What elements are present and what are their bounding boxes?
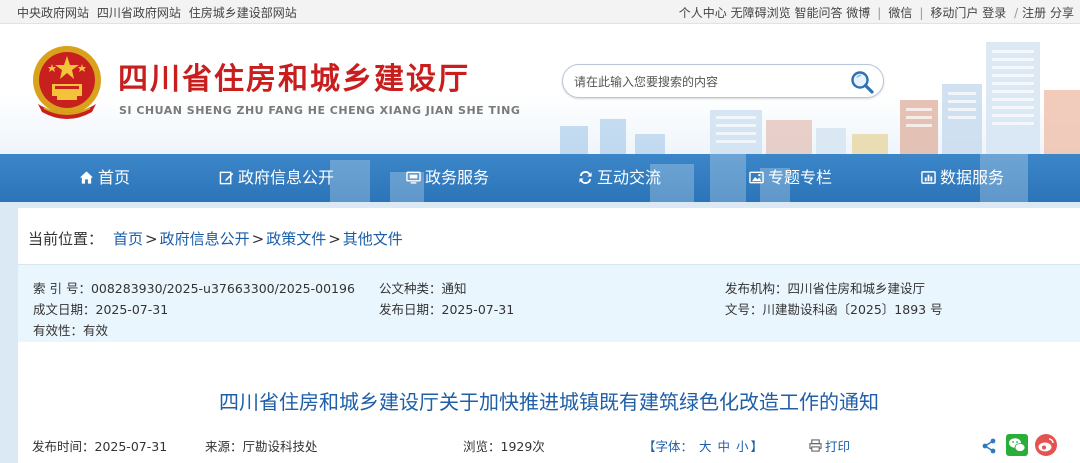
nav-gov-service-label: 政务服务	[425, 168, 490, 187]
meta-doc-number: 文号：川建勘设科函〔2025〕1893 号	[725, 302, 943, 317]
print-button[interactable]: 打印	[809, 436, 850, 455]
view-count: 浏览：1929次	[463, 439, 545, 454]
wechat-share-icon[interactable]	[1006, 434, 1028, 456]
breadcrumb-separator: >	[145, 230, 158, 248]
breadcrumb-label: 当前位置：	[28, 230, 104, 248]
monitor-icon	[406, 171, 421, 184]
breadcrumb-home[interactable]: 首页	[113, 230, 143, 248]
search-box	[562, 64, 884, 98]
link-login[interactable]: 登录	[982, 6, 1006, 20]
link-register[interactable]: 注册	[1022, 6, 1046, 20]
document-info-bar: 发布时间：2025-07-31 来源：厅勘设科技处 浏览：1929次 【字体： …	[18, 432, 1080, 463]
font-size-medium[interactable]: 中	[718, 439, 731, 454]
link-weibo[interactable]: 微博	[846, 6, 870, 20]
interaction-icon	[579, 171, 592, 184]
divider: |	[919, 6, 924, 20]
document-title: 四川省住房和城乡建设厅关于加快推进城镇既有建筑绿色化改造工作的通知	[219, 390, 879, 414]
meta-doc-type: 公文种类：通知	[379, 281, 467, 296]
weibo-share-icon[interactable]	[1035, 434, 1057, 456]
site-title-pinyin: SI CHUAN SHENG ZHU FANG HE CHENG XIANG J…	[119, 104, 521, 117]
breadcrumb: 当前位置： 首页 > 政府信息公开 > 政策文件 > 其他文件	[28, 228, 403, 249]
image-icon	[749, 171, 764, 184]
meta-index-no: 索 引 号：008283930/2025-u37663300/2025-0019…	[33, 281, 355, 296]
print-label: 打印	[825, 439, 851, 454]
search-icon[interactable]	[849, 69, 875, 95]
nav-skyline-decoration	[330, 154, 1028, 202]
link-central-gov[interactable]: 中央政府网站	[17, 6, 89, 20]
content-panel: 当前位置： 首页 > 政府信息公开 > 政策文件 > 其他文件 索 引 号：008283930…	[18, 208, 1080, 463]
breadcrumb-gov-info[interactable]: 政府信息公开	[160, 230, 250, 248]
publish-time: 发布时间：2025-07-31	[32, 439, 168, 454]
nav-interaction[interactable]: 互动交流	[578, 154, 661, 202]
link-wechat[interactable]: 微信	[888, 6, 912, 20]
nav-data-service-label: 数据服务	[940, 168, 1005, 187]
main-nav: 首页 政府信息公开 政务服务 互动交流 专题专栏 数据服务	[0, 154, 1080, 202]
breadcrumb-separator: >	[328, 230, 341, 248]
breadcrumb-separator: >	[251, 230, 265, 248]
document-metadata-table: 索 引 号：008283930/2025-u37663300/2025-0019…	[18, 264, 1080, 342]
nav-home-label: 首页	[98, 168, 131, 187]
link-personal-center[interactable]: 个人中心	[679, 6, 727, 20]
top-bar: 中央政府网站 四川省政府网站 住房城乡建设部网站 个人中心 无障碍浏览 智能问答…	[0, 0, 1080, 24]
share-icon[interactable]	[981, 438, 997, 454]
meta-validity: 有效性：有效	[33, 323, 109, 338]
nav-gov-info[interactable]: 政府信息公开	[219, 154, 334, 202]
nav-home[interactable]: 首页	[79, 154, 130, 202]
font-size-control: 【字体： 大 中 小】	[642, 436, 764, 455]
breadcrumb-policy-docs[interactable]: 政策文件	[266, 230, 326, 248]
chart-icon	[921, 171, 936, 184]
top-bar-left-links: 中央政府网站 四川省政府网站 住房城乡建设部网站	[17, 4, 301, 21]
nav-gov-service[interactable]: 政务服务	[406, 154, 489, 202]
link-mohurd[interactable]: 住房城乡建设部网站	[189, 6, 297, 20]
font-size-large[interactable]: 大	[699, 439, 712, 454]
search-input[interactable]	[574, 72, 844, 92]
meta-publisher: 发布机构：四川省住房和城乡建设厅	[725, 281, 926, 296]
printer-icon	[809, 439, 822, 452]
font-size-small[interactable]: 小	[736, 439, 749, 454]
divider: |	[877, 6, 882, 20]
breadcrumb-other-docs[interactable]: 其他文件	[343, 230, 403, 248]
nav-data-service[interactable]: 数据服务	[921, 154, 1004, 202]
nav-interaction-label: 互动交流	[597, 168, 662, 187]
nav-gov-info-label: 政府信息公开	[238, 168, 335, 187]
font-size-close: 】	[750, 439, 764, 454]
edit-icon	[219, 171, 234, 185]
link-smart-qa[interactable]: 智能问答	[794, 6, 842, 20]
top-bar-right-links: 个人中心 无障碍浏览 智能问答 微博 | 微信 | 移动门户 登录 / 注册 分享	[679, 4, 1074, 21]
home-icon	[79, 171, 94, 184]
national-emblem-logo	[33, 46, 101, 119]
nav-special-topics-label: 专题专栏	[768, 168, 833, 187]
divider: /	[1014, 6, 1019, 20]
font-size-label: 【字体：	[643, 439, 694, 454]
site-title[interactable]: 四川省住房和城乡建设厅	[118, 54, 470, 98]
meta-publish-date: 发布日期：2025-07-31	[379, 302, 515, 317]
meta-written-date: 成文日期：2025-07-31	[33, 302, 169, 317]
nav-special-topics[interactable]: 专题专栏	[749, 154, 832, 202]
link-share[interactable]: 分享	[1050, 6, 1074, 20]
link-accessibility[interactable]: 无障碍浏览	[731, 6, 791, 20]
link-sichuan-gov[interactable]: 四川省政府网站	[97, 6, 181, 20]
document-source: 来源：厅勘设科技处	[205, 439, 318, 454]
link-mobile-portal[interactable]: 移动门户	[930, 6, 978, 20]
site-header: 四川省住房和城乡建设厅 SI CHUAN SHENG ZHU FANG HE C…	[0, 24, 1080, 154]
